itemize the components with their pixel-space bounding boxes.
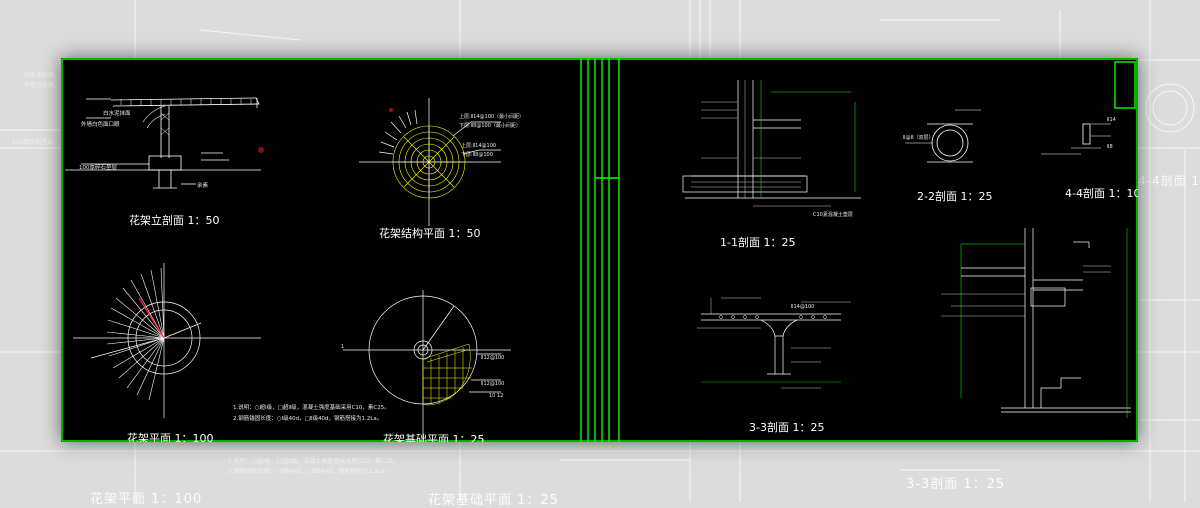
- elevation-section-drawing: [65, 97, 261, 189]
- section-3b-drawing: [941, 228, 1131, 418]
- s2-label: Ⅱ@8（双层）: [903, 135, 934, 141]
- elev-label-3: 100厚碎石垫层: [79, 163, 117, 171]
- found-label-2: Ⅱ12@100: [481, 355, 504, 361]
- ghost-title-foundation: 花架基础平面 1：25: [428, 493, 559, 508]
- ghost-left-2: 外墙白色面: [24, 82, 55, 89]
- ghost-title-section-3: 3-3剖面 1：25: [906, 477, 1006, 492]
- s3-label-top: Ⅱ14@100: [791, 304, 814, 310]
- note-line-2: 2.钢筋锚固长度：○Ⅰ级40d，□Ⅱ级40d，钢筋搭接为1.2La。: [233, 414, 382, 422]
- s1-label-bottom: C10素混凝土垫层: [813, 211, 853, 218]
- s4-label-2: Ⅱ8: [1107, 144, 1113, 150]
- section-1-drawing: [682, 80, 861, 207]
- title-foundation-plan: 花架基础平面 1：25: [383, 433, 485, 442]
- ghost-left-1: 白水泥抹面: [24, 72, 55, 79]
- ghost-note-1: 1.说明：○超Ⅰ级，□超Ⅱ级，混凝土强度基础采用C10，素C25。: [228, 458, 400, 465]
- found-label-4: 10 12: [489, 393, 503, 399]
- cad-drawing-canvas: 白水泥抹面 外墙白色面口眼 100厚碎石垫层 余素 花架立剖面 1：50 上层:…: [61, 58, 1138, 442]
- title-elevation: 花架立剖面 1：50: [129, 213, 220, 227]
- note-line-1: 1.说明：○超Ⅰ级，□超Ⅱ级，混凝土强度基础采用C10，素C25。: [233, 403, 390, 411]
- found-label-1: 1: [341, 344, 344, 350]
- elev-label-4: 余素: [197, 181, 209, 189]
- section-4-drawing: [1041, 123, 1111, 155]
- title-structure-plan: 花架结构平面 1：50: [379, 226, 481, 240]
- ghost-left-3: 100厚碎石垫层: [12, 139, 54, 146]
- struct-label-3: 上层:Ⅱ14@100: [461, 142, 496, 149]
- drawing-frame: [61, 58, 1138, 442]
- title-plan: 花架平面 1：100: [127, 432, 214, 442]
- struct-label-2: 下层:Ⅱ8@100（最小间距）: [459, 122, 521, 129]
- title-section-1: 1-1剖面 1：25: [720, 235, 795, 249]
- plan-drawing: [73, 263, 261, 418]
- struct-label-1: 上层:Ⅱ14@100（最小间距）: [459, 113, 524, 120]
- ghost-note-2: 2.钢筋锚固长度：○Ⅰ级40d，□Ⅱ级40d，钢筋搭接为1.2La。: [228, 468, 391, 475]
- title-section-4: 4-4剖面 1：10: [1065, 186, 1138, 200]
- elev-label-1: 白水泥抹面: [103, 109, 131, 117]
- section-3a-drawing: [697, 297, 851, 389]
- found-label-3: Ⅱ12@100: [481, 381, 504, 387]
- title-section-3: 3-3剖面 1：25: [749, 420, 824, 434]
- struct-label-4: 下层:Ⅱ8@100: [461, 152, 493, 158]
- ghost-title-plan: 花架平面 1：100: [90, 492, 203, 507]
- cad-drawing-sheet: 白水泥抹面 外墙白色面口眼 100厚碎石垫层 余素 花架立剖面 1：50 上层:…: [61, 58, 1138, 442]
- title-section-2: 2-2剖面 1：25: [917, 189, 992, 203]
- elev-label-2: 外墙白色面口眼: [81, 120, 120, 128]
- s4-label-1: Ⅱ14: [1107, 117, 1116, 123]
- ghost-title-section-4: 4-4剖面 1：10: [1138, 174, 1200, 188]
